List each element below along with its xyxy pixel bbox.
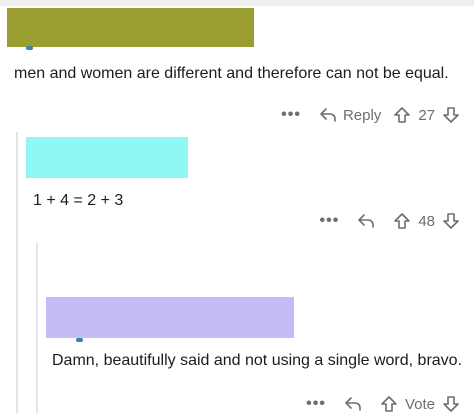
top-strip [0, 0, 474, 6]
reply-button[interactable] [344, 396, 368, 412]
vote-label: Vote [404, 395, 435, 413]
downvote-arrow-icon[interactable] [442, 106, 460, 124]
reply-arrow-icon [344, 396, 368, 412]
downvote-arrow-icon[interactable] [442, 395, 460, 413]
avatar-fragment-1 [26, 46, 33, 50]
comment-actions-3: ••• Vote [306, 391, 460, 417]
more-options-icon[interactable]: ••• [281, 107, 301, 123]
comment-body-1: men and women are different and therefor… [14, 65, 449, 82]
reply-button[interactable]: Reply [319, 107, 381, 124]
upvote-arrow-icon[interactable] [393, 106, 411, 124]
avatar-fragment-3 [76, 338, 83, 342]
thread-line[interactable] [16, 132, 18, 413]
downvote-arrow-icon[interactable] [442, 212, 460, 230]
vote-score: 48 [418, 212, 435, 230]
upvote-arrow-icon[interactable] [380, 395, 398, 413]
redacted-username-1 [7, 8, 254, 47]
more-options-icon[interactable]: ••• [320, 213, 340, 229]
reply-arrow-icon [357, 213, 381, 229]
comment-body-2: 1 + 4 = 2 + 3 [33, 192, 124, 209]
upvote-arrow-icon[interactable] [393, 212, 411, 230]
redacted-username-3 [46, 297, 294, 338]
more-options-icon[interactable]: ••• [306, 396, 326, 412]
reply-arrow-icon [319, 107, 343, 123]
comment-actions-1: ••• Reply 27 [281, 102, 460, 128]
redacted-username-2 [26, 137, 188, 178]
reply-button[interactable] [357, 213, 381, 229]
comment-actions-2: ••• 48 [320, 208, 461, 234]
comment-body-3: Damn, beautifully said and not using a s… [52, 352, 463, 369]
thread-line[interactable] [36, 243, 38, 413]
reply-label: Reply [342, 106, 382, 124]
vote-score: 27 [418, 106, 435, 124]
